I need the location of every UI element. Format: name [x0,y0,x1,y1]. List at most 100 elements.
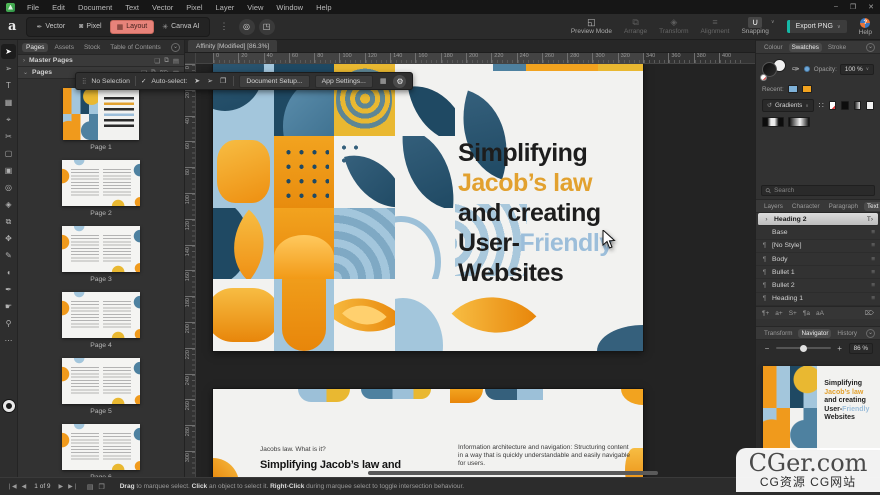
document-tab[interactable]: Affinity [Modified] [86.3%] [188,40,277,52]
style-menu-icon[interactable]: ≡ [871,229,875,236]
text-style-row[interactable]: ¶ [No Style] ≡ [756,240,880,253]
page-thumbnail[interactable]: Page 2 [62,160,140,217]
page-thumbnail[interactable]: Page 6 [62,424,140,477]
persona-pixel[interactable]: ◙ Pixel [73,21,107,32]
fill-stroke-color-selector[interactable] [3,400,15,412]
more-tools-button[interactable]: ⋯ [1,333,16,348]
delete-style-icon[interactable]: ⌦ [865,309,874,317]
text-style-row[interactable]: ¶ Bullet 2 ≡ [756,279,880,292]
alignment-button[interactable]: ≡ Alignment [701,17,730,36]
cover-headline-text[interactable]: Simplifying Jacob’s law and creating Use… [458,138,640,288]
expand-arrow-icon[interactable]: › [23,58,25,64]
rings-icon[interactable]: ◎ [239,19,255,35]
rectangle-tool[interactable]: ▢ [1,146,16,161]
table-tool[interactable]: ▦ [1,95,16,110]
help-button[interactable]: ? Help [859,18,872,36]
collapse-arrow-icon[interactable]: ⌄ [23,69,28,76]
transform-tool[interactable]: ✥ [1,231,16,246]
no-fill-icon[interactable] [760,74,767,81]
fill-tool[interactable]: ◖ [1,265,16,280]
panel-menu-icon[interactable]: ▤ [173,57,179,65]
master-pages-section-header[interactable]: › Master Pages ❏⧉▤ [18,55,184,67]
swatch-category-dropdown[interactable]: ↺ Gradients ∨ [762,99,814,112]
new-character-style-icon[interactable]: a+ [775,310,782,317]
style-menu-icon[interactable]: T› [867,216,873,223]
search-input[interactable] [774,187,870,194]
zoom-tool[interactable]: ⚲ [1,316,16,331]
gear-icon[interactable]: ⚙ [393,75,406,88]
panel-tab[interactable]: Pages [22,43,48,52]
zoom-out-button[interactable]: − [763,344,771,353]
page-thumbnail[interactable]: Page 3 [62,226,140,283]
frame-corners-icon[interactable]: ◳ [259,19,275,35]
opacity-value-dropdown[interactable]: 100 % ∨ [840,64,874,75]
menu-item[interactable]: File [27,3,39,12]
pages-view-icon[interactable]: ▤ [87,483,94,491]
panel-tab[interactable]: Navigator [798,329,831,338]
new-paragraph-style-icon[interactable]: ¶+ [762,310,769,317]
page-thumb-preview[interactable] [62,292,140,338]
panel-tab[interactable]: Swatches [789,43,822,52]
document-viewport[interactable]: Simplifying Jacob’s law and creating Use… [196,64,755,477]
app-settings-button[interactable]: App Settings... [315,75,373,88]
update-paragraph-style-icon[interactable]: ¶a [803,310,810,317]
panel-tab[interactable]: Paragraph [826,202,861,211]
node-cursor-icon[interactable]: ➢ [205,76,215,86]
point-transform-tool[interactable]: ⌖ [1,112,16,127]
panel-tab[interactable]: Stock [80,43,104,52]
page-2[interactable]: Jacobs law. What is it? Simplifying Jaco… [213,389,643,477]
gradient-swatch[interactable] [854,101,862,110]
panel-tab[interactable]: History [834,329,860,338]
menu-item[interactable]: Pixel [186,3,202,12]
vector-brush-tool[interactable]: ✎ [1,248,16,263]
ellipse-tool[interactable]: ◎ [1,180,16,195]
export-png-button[interactable]: Export PNG ∨ [787,20,847,33]
move-tool[interactable]: ➤ [1,44,16,59]
panel-tab[interactable]: Table of Contents [106,43,165,52]
black-swatch[interactable] [841,101,849,110]
update-character-style-icon[interactable]: aA [816,310,824,317]
frame-text-tool[interactable]: T [1,78,16,93]
snapping-button[interactable]: ∪ Snapping [741,17,768,36]
none-swatch[interactable] [829,101,837,110]
horizontal-scrollbar[interactable] [368,471,658,475]
transform-button[interactable]: ◈ Transform [659,17,688,36]
drag-grip-icon[interactable]: ⣿ [82,78,86,85]
last-page-button[interactable]: ▶❘ [68,483,78,490]
panel-chevron-icon[interactable]: ⌄ [866,43,875,52]
style-menu-icon[interactable]: ≡ [871,256,875,263]
menu-item[interactable]: View [247,3,263,12]
panel-tab[interactable]: Colour [761,43,786,52]
panel-tab[interactable]: Layers [761,202,786,211]
zoom-slider-knob[interactable] [800,345,807,352]
next-page-button[interactable]: ▶ [59,483,64,490]
more-options-icon[interactable]: ⋮ [216,21,233,32]
place-image-tool[interactable]: ⧉ [1,214,16,229]
gradient-preset-2[interactable] [788,117,810,127]
panel-tab[interactable]: Character [789,202,823,211]
panel-chevron-icon[interactable]: ⌄ [171,43,180,52]
panel-tab[interactable]: Assets [50,43,78,52]
maximize-button[interactable]: ❐ [850,3,856,11]
preview-mode-button[interactable]: ◱ Preview Mode [571,17,612,36]
page2-heading-text[interactable]: Simplifying Jacob’s law and [260,459,401,471]
page-1-cover[interactable]: Simplifying Jacob’s law and creating Use… [213,64,643,351]
pen-tool[interactable]: ✒ [1,282,16,297]
recent-swatch-blue[interactable] [788,85,798,93]
style-menu-icon[interactable]: ≡ [871,295,875,302]
arrange-button[interactable]: ⧉ Arrange [624,17,647,36]
gradient-preset-1[interactable] [762,117,784,127]
first-page-button[interactable]: ❘◀ [7,483,17,490]
page2-kicker-text[interactable]: Jacobs law. What is it? [260,446,326,453]
text-style-row[interactable]: Base ≡ [756,226,880,239]
page-thumbnail[interactable]: Page 1 [63,88,139,151]
menu-item[interactable]: Window [276,3,303,12]
zoom-in-button[interactable]: + [836,344,844,353]
close-button[interactable]: ✕ [868,3,874,11]
text-style-row[interactable]: ¶ Bullet 1 ≡ [756,266,880,279]
page-thumb-preview[interactable] [63,88,139,140]
view-tool[interactable]: ☛ [1,299,16,314]
grid-options-icon[interactable]: ▦ [378,76,389,86]
style-menu-icon[interactable]: ≡ [871,269,875,276]
node-tool[interactable]: ➢ [1,61,16,76]
